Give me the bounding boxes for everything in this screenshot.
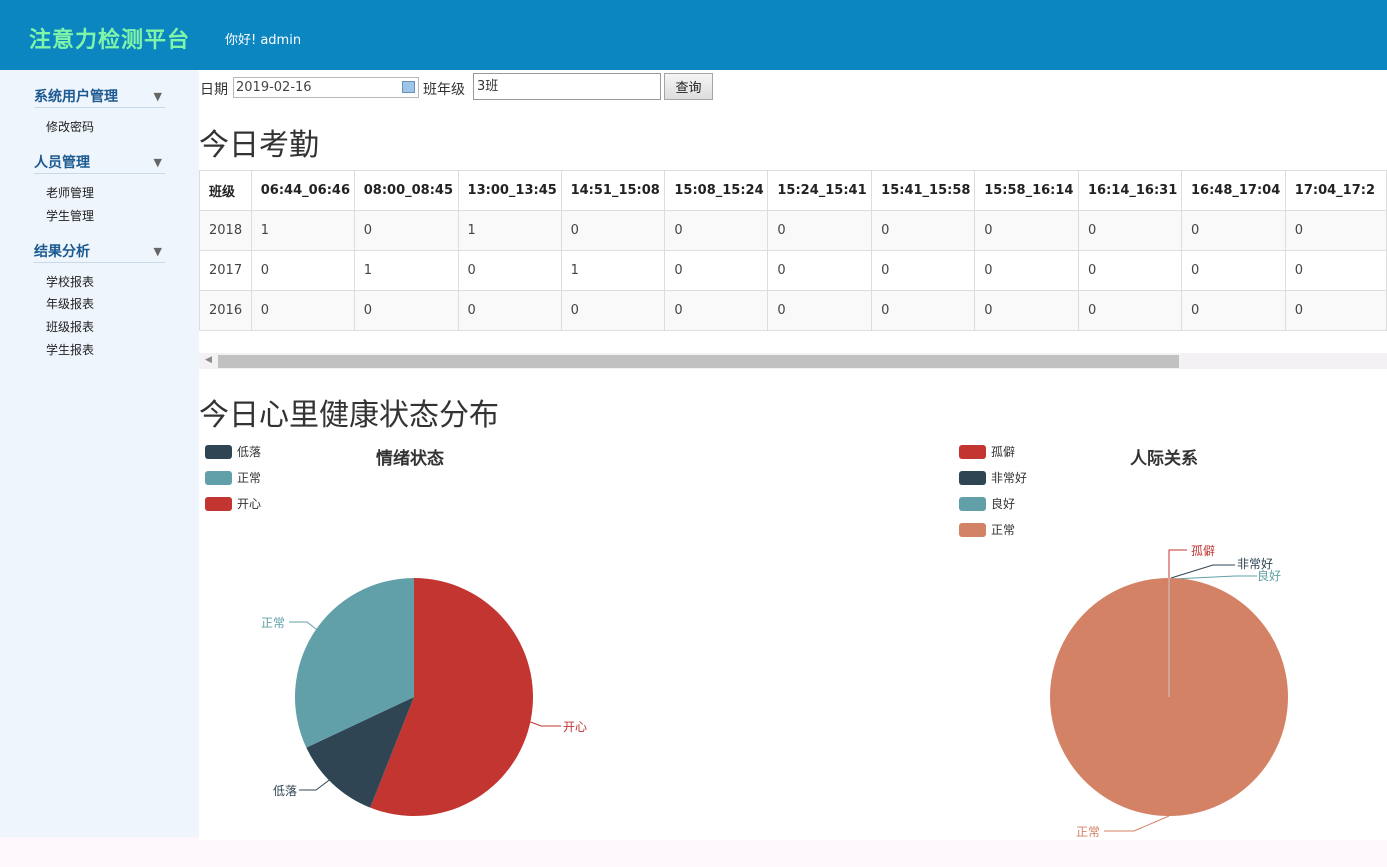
sidebar-item-school-report[interactable]: 学校报表 bbox=[46, 273, 94, 290]
pie-label: 孤僻 bbox=[1191, 544, 1215, 558]
pie-label: 低落 bbox=[273, 784, 297, 798]
pie-label: 正常 bbox=[1076, 825, 1100, 839]
sidebar-item-grade-report[interactable]: 年级报表 bbox=[46, 295, 94, 312]
top-header: 注意力检测平台 你好! admin bbox=[0, 0, 1387, 70]
sidebar-group-title: 人员管理 bbox=[34, 155, 90, 171]
chevron-down-icon[interactable]: ▼ bbox=[154, 156, 162, 169]
chevron-down-icon[interactable]: ▼ bbox=[154, 90, 162, 103]
sidebar-item-class-report[interactable]: 班级报表 bbox=[46, 318, 94, 335]
sidebar-group-personnel[interactable]: 人员管理 ▼ bbox=[34, 147, 165, 174]
sidebar-item-student-report[interactable]: 学生报表 bbox=[46, 341, 94, 358]
sidebar: 系统用户管理 ▼ 修改密码 人员管理 ▼ 老师管理 学生管理 结果分析 ▼ 学校… bbox=[0, 70, 199, 837]
sidebar-item-students[interactable]: 学生管理 bbox=[46, 207, 94, 224]
pie-charts: 开心低落正常孤僻非常好良好正常 bbox=[261, 544, 1288, 839]
brand-title: 注意力检测平台 bbox=[29, 28, 191, 53]
pie-label-line bbox=[1104, 815, 1170, 832]
pie-label: 正常 bbox=[261, 616, 285, 630]
user-greeting: 你好! admin bbox=[225, 33, 302, 48]
sidebar-group-title: 结果分析 bbox=[34, 244, 90, 260]
pie-label: 良好 bbox=[1257, 568, 1281, 583]
sidebar-group-title: 系统用户管理 bbox=[34, 89, 118, 105]
main-content: 日期 2019-02-16 班年级 3班 查询 今日考勤 班级 06:44_06… bbox=[199, 70, 1387, 840]
pie-label: 开心 bbox=[563, 720, 587, 734]
sidebar-group-system-users[interactable]: 系统用户管理 ▼ bbox=[34, 81, 165, 108]
pie-label-line bbox=[527, 720, 561, 727]
pie-label-line bbox=[299, 777, 333, 791]
sidebar-item-change-password[interactable]: 修改密码 bbox=[46, 118, 94, 135]
chevron-down-icon[interactable]: ▼ bbox=[154, 245, 162, 258]
pie-label-line bbox=[1172, 575, 1257, 580]
sidebar-group-analysis[interactable]: 结果分析 ▼ bbox=[34, 236, 165, 263]
sidebar-item-teachers[interactable]: 老师管理 bbox=[46, 184, 94, 201]
